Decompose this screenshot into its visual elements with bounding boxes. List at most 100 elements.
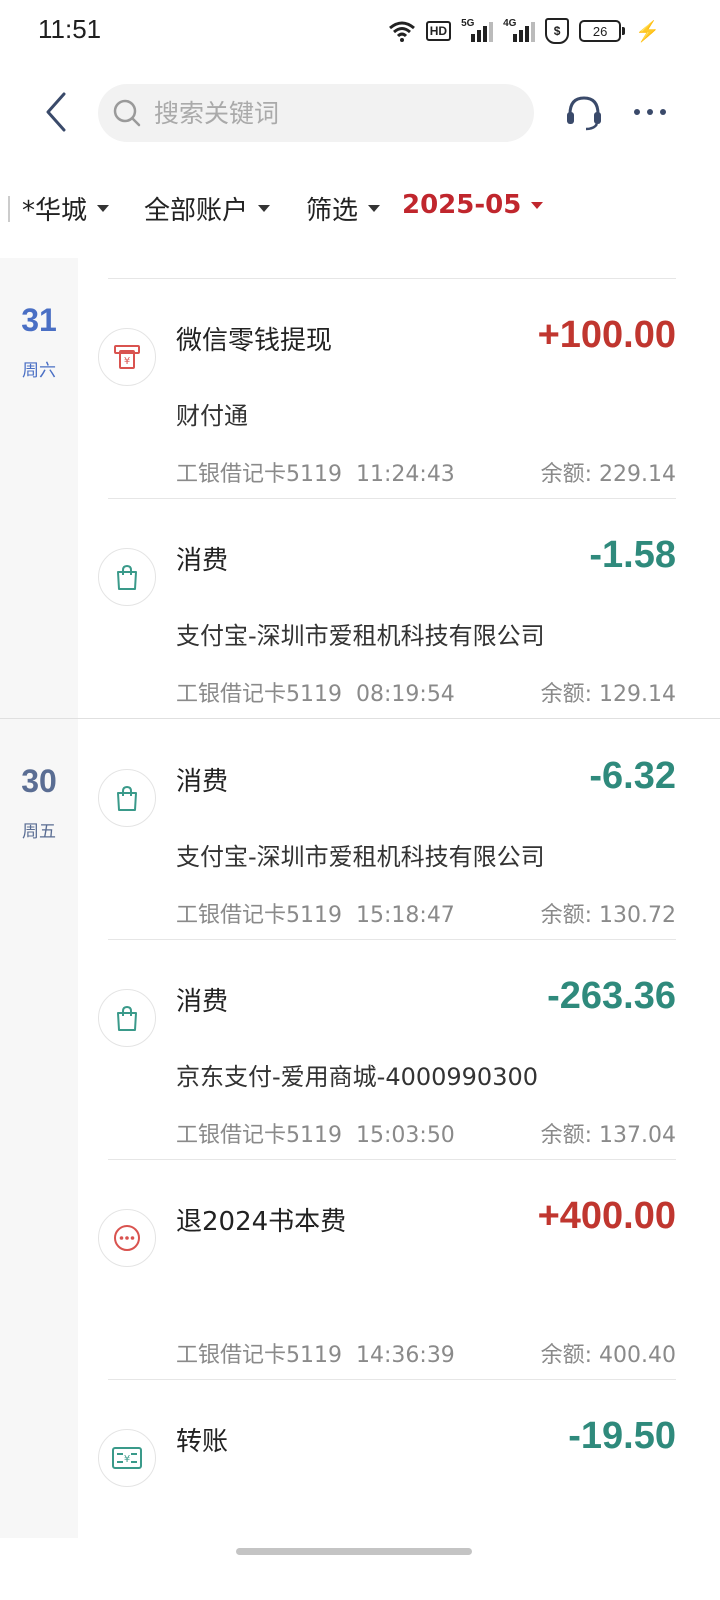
day-column: 31 周六 [0,258,78,718]
row-divider [108,1379,676,1380]
transaction-merchant: 京东支付-爱用商城-4000990300 [176,1063,539,1091]
battery-icon: 26 [579,20,626,42]
transaction-row[interactable]: ¥ 转账 -19.50 [78,1379,720,1538]
day-weekday: 周五 [22,822,56,842]
day-weekday: 周六 [22,361,56,381]
transaction-title: 转账 [176,1427,229,1457]
all-accounts-label: 全部账户 [144,196,249,226]
day-number: 30 [21,763,57,799]
status-time: 11:51 [38,14,102,44]
transaction-time: 08:19:54 [356,682,455,707]
transaction-account: 工银借记卡5119 15:18:47 [176,897,455,929]
transaction-time: 15:18:47 [356,903,455,928]
account-card: 工银借记卡5119 [176,462,342,487]
search-box[interactable] [98,84,534,142]
transaction-title: 消费 [176,767,229,797]
all-accounts-filter[interactable]: 全部账户 [144,190,271,227]
account-name-filter[interactable]: *华城 [22,190,110,227]
transaction-row[interactable]: ¥ 微信零钱提现 +100.00 财付通 工银借记卡5119 11:24:43 … [78,278,720,498]
transaction-amount: +100.00 [537,314,676,356]
customer-service-button[interactable] [562,90,606,134]
transaction-title: 消费 [176,987,229,1017]
row-divider [108,939,676,940]
caret-down-icon [368,205,381,212]
other-dots-icon [98,1209,156,1267]
wifi-icon [388,20,416,42]
search-icon [112,98,142,128]
day-column: 30 周五 [0,719,78,1538]
home-indicator[interactable] [236,1548,472,1555]
atm-withdraw-icon: ¥ [98,328,156,386]
transfer-icon: ¥ [98,1429,156,1487]
transaction-amount: -263.36 [547,975,676,1017]
transaction-row[interactable]: 消费 -1.58 支付宝-深圳市爱租机科技有限公司 工银借记卡5119 08:1… [78,498,720,718]
account-card: 工银借记卡5119 [176,1343,342,1368]
account-card: 工银借记卡5119 [176,682,342,707]
top-bar [0,78,720,148]
transaction-balance: 余额: 130.72 [540,903,676,928]
transaction-row[interactable]: 消费 -263.36 京东支付-爱用商城-4000990300 工银借记卡511… [78,939,720,1159]
signal-4g-label: 4G [503,18,517,29]
transaction-row[interactable]: 消费 -6.32 支付宝-深圳市爱租机科技有限公司 工银借记卡5119 15:1… [78,719,720,939]
transaction-account: 工银借记卡5119 14:36:39 [176,1337,455,1369]
transaction-row[interactable]: 退2024书本费 +400.00 工银借记卡5119 14:36:39 余额: … [78,1159,720,1379]
shopping-bag-icon [98,989,156,1047]
back-button[interactable] [36,90,76,134]
caret-down-icon [531,201,544,209]
filter-bar: *华城 全部账户 筛选 2025-05 [0,186,720,236]
transaction-balance: 余额: 229.14 [540,462,676,487]
screen-filter-label: 筛选 [306,196,359,226]
day-group: 30 周五 消费 -6.32 支付宝-深圳市爱租机科技有限公司 工银借记卡511… [0,719,720,1538]
hd-icon: HD [425,21,452,41]
transaction-amount: -6.32 [589,755,676,797]
filter-scroll-edge [8,196,10,222]
headset-icon [567,96,601,131]
transaction-amount: +400.00 [537,1195,676,1237]
transaction-balance: 余额: 137.04 [540,1123,676,1148]
transaction-balance: 余额: 400.40 [540,1343,676,1368]
transaction-title: 微信零钱提现 [176,326,333,356]
more-button[interactable] [628,90,672,134]
transaction-title: 退2024书本费 [176,1207,347,1237]
signal-4g-icon: 4G [503,18,536,42]
transaction-list[interactable]: 31 周六 ¥ 微信零钱提现 +100.00 财付通 工银借记卡5119 11:… [0,258,720,1538]
shield-dollar-icon: $ [545,18,570,44]
transaction-account: 工银借记卡5119 15:03:50 [176,1117,455,1149]
charging-bolt-icon: ⚡ [635,20,660,43]
transaction-amount: -1.58 [589,534,676,576]
row-divider [108,498,676,499]
status-icons: HD 5G 4G $ 26 ⚡ [388,18,660,44]
signal-5g-label: 5G [461,18,475,29]
transaction-account: 工银借记卡5119 08:19:54 [176,676,455,708]
transaction-merchant: 支付宝-深圳市爱租机科技有限公司 [176,622,545,650]
month-label: 2025-05 [402,190,522,220]
account-card: 工银借记卡5119 [176,1123,342,1148]
transaction-title: 消费 [176,546,229,576]
month-filter[interactable]: 2025-05 [402,190,544,220]
svg-text:¥: ¥ [124,356,130,367]
day-group: 31 周六 ¥ 微信零钱提现 +100.00 财付通 工银借记卡5119 11:… [0,258,720,718]
caret-down-icon [97,205,110,212]
transaction-account: 工银借记卡5119 11:24:43 [176,456,455,488]
status-bar: 11:51 HD 5G 4G $ 26 ⚡ [0,0,720,64]
more-dots-icon [634,109,666,115]
account-card: 工银借记卡5119 [176,903,342,928]
transaction-merchant: 支付宝-深圳市爱租机科技有限公司 [176,843,545,871]
shopping-bag-icon [98,548,156,606]
transaction-merchant: 财付通 [176,402,248,430]
row-divider [108,1159,676,1160]
transaction-amount: -19.50 [568,1415,676,1457]
transaction-time: 14:36:39 [356,1343,455,1368]
shopping-bag-icon [98,769,156,827]
transaction-balance: 余额: 129.14 [540,682,676,707]
signal-5g-icon: 5G [461,18,494,42]
svg-text:¥: ¥ [124,1454,130,1465]
search-input[interactable] [152,97,516,129]
back-chevron-icon [46,92,66,132]
screen-filter[interactable]: 筛选 [306,190,381,227]
transaction-time: 11:24:43 [356,462,455,487]
caret-down-icon [258,205,271,212]
account-name-label: *华城 [22,196,88,226]
transaction-time: 15:03:50 [356,1123,455,1148]
day-number: 31 [21,302,57,338]
